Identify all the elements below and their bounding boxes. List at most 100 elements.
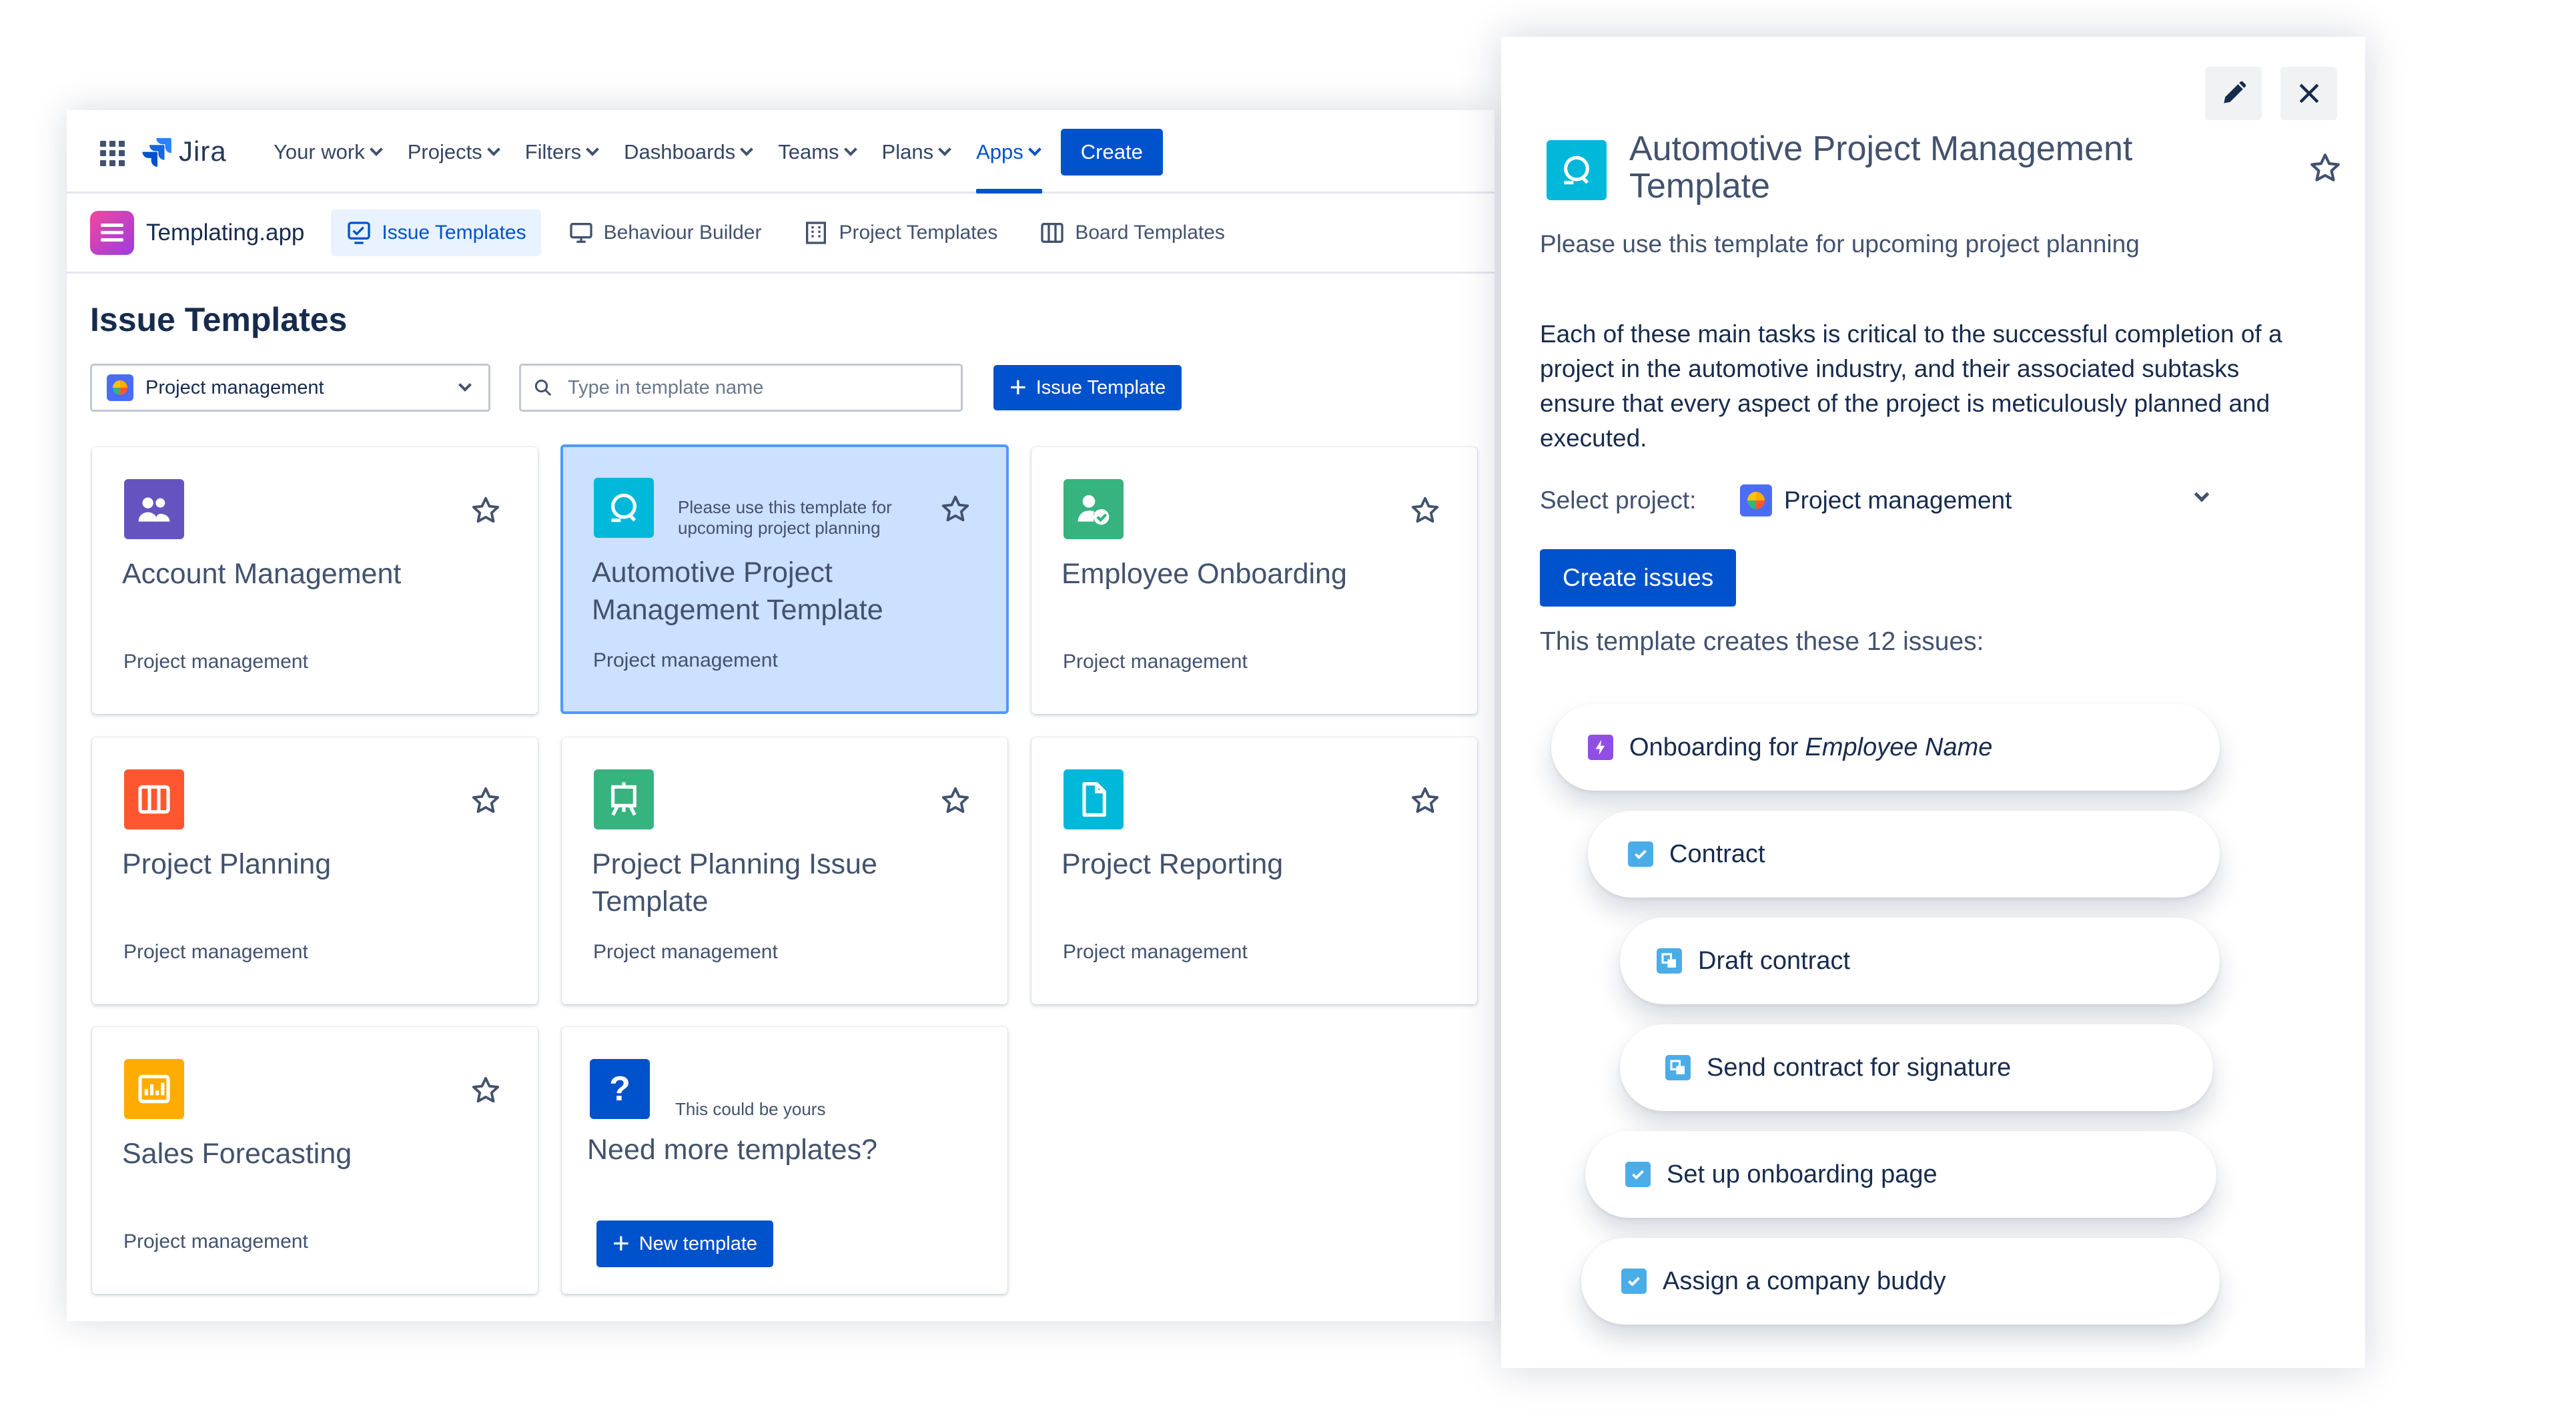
tab-label: Issue Templates bbox=[382, 221, 526, 244]
tab-behaviour-builder[interactable]: Behaviour Builder bbox=[553, 210, 777, 256]
panel-description: Each of these main tasks is critical to … bbox=[1540, 320, 2282, 452]
chevron-down-icon bbox=[1027, 142, 1041, 156]
chart-icon bbox=[124, 1059, 184, 1119]
card-project: Project management bbox=[593, 649, 778, 671]
tab-project-templates[interactable]: Project Templates bbox=[788, 210, 1012, 256]
tab-issue-templates[interactable]: Issue Templates bbox=[331, 209, 541, 256]
project-dropdown[interactable]: Project management bbox=[1740, 484, 2012, 516]
template-card-employee-onboarding[interactable]: Employee Onboarding Project management bbox=[1031, 447, 1477, 714]
card-title: Project Reporting bbox=[1061, 848, 1284, 880]
monitor-icon bbox=[569, 222, 592, 243]
app-name[interactable]: Templating.app bbox=[146, 220, 304, 246]
app-switcher-icon[interactable] bbox=[100, 141, 125, 166]
nav-label: Filters bbox=[524, 139, 582, 163]
new-template-button[interactable]: + New template bbox=[596, 1220, 774, 1267]
nav-projects[interactable]: Projects bbox=[408, 110, 500, 194]
nav-your-work[interactable]: Your work bbox=[274, 110, 383, 194]
page-title: Issue Templates bbox=[90, 301, 348, 338]
issue-summary: Contract bbox=[1669, 839, 1765, 868]
plus-icon: + bbox=[612, 1227, 630, 1260]
main-window: Jira Your work Projects Filters Dashboar… bbox=[67, 110, 1494, 1321]
nav-apps[interactable]: Apps bbox=[976, 110, 1042, 194]
star-icon[interactable] bbox=[1410, 495, 1440, 526]
star-icon[interactable] bbox=[940, 785, 971, 816]
pencil-icon bbox=[2223, 81, 2246, 103]
tab-board-templates[interactable]: Board Templates bbox=[1024, 210, 1240, 256]
filter-row: Project management Type in template name… bbox=[90, 364, 1182, 412]
add-issue-template-button[interactable]: + Issue Template bbox=[993, 365, 1182, 410]
tab-label: Board Templates bbox=[1075, 221, 1225, 244]
subtask-icon bbox=[1665, 1055, 1691, 1080]
nav-filters[interactable]: Filters bbox=[524, 110, 599, 194]
chevron-down-icon bbox=[458, 378, 472, 392]
star-icon[interactable] bbox=[470, 785, 501, 816]
task-checkbox-icon bbox=[1628, 841, 1653, 867]
issue-summary: Onboarding for bbox=[1629, 733, 1799, 761]
card-project: Project management bbox=[123, 1230, 308, 1253]
create-issues-button[interactable]: Create issues bbox=[1540, 549, 1737, 607]
chevron-down-icon[interactable] bbox=[2194, 486, 2210, 502]
easel-icon bbox=[594, 769, 654, 829]
template-card-sales-forecasting[interactable]: Sales Forecasting Project management bbox=[92, 1027, 538, 1294]
automation-icon bbox=[1547, 140, 1607, 200]
star-icon[interactable] bbox=[940, 494, 971, 524]
close-icon bbox=[2299, 83, 2318, 103]
issue-item-task: Contract bbox=[1588, 811, 2220, 898]
issue-item-subtask: Send contract for signature bbox=[1620, 1024, 2213, 1111]
subtask-icon bbox=[1657, 948, 1682, 974]
chevron-down-icon bbox=[586, 142, 599, 156]
star-icon[interactable] bbox=[1410, 785, 1440, 816]
issue-placeholder-variable: Employee Name bbox=[1805, 733, 1993, 761]
chevron-down-icon bbox=[843, 142, 857, 156]
building-icon bbox=[806, 221, 827, 244]
card-project: Project management bbox=[1063, 651, 1248, 673]
issue-summary: Set up onboarding page bbox=[1667, 1160, 1938, 1188]
template-card-project-planning-issue[interactable]: Project Planning Issue Template Project … bbox=[562, 737, 1007, 1004]
issue-summary: Send contract for signature bbox=[1707, 1053, 2012, 1082]
template-card-project-reporting[interactable]: Project Reporting Project management bbox=[1031, 737, 1477, 1004]
nav-teams[interactable]: Teams bbox=[778, 110, 857, 194]
promo-title: Need more templates? bbox=[587, 1134, 877, 1166]
project-avatar-icon bbox=[107, 374, 133, 401]
card-project: Project management bbox=[593, 941, 778, 963]
more-templates-card: ? This could be yours Need more template… bbox=[562, 1027, 1007, 1294]
card-title: Account Management bbox=[122, 558, 402, 590]
nav-label: Apps bbox=[976, 139, 1023, 163]
issue-template-icon bbox=[348, 221, 371, 244]
close-button[interactable] bbox=[2280, 67, 2337, 120]
user-check-icon bbox=[1063, 479, 1124, 539]
select-project-row: Select project: Project management bbox=[1540, 477, 2210, 524]
issue-item-subtask: Draft contract bbox=[1620, 918, 2220, 1004]
nav-plans[interactable]: Plans bbox=[882, 110, 951, 194]
template-card-account-management[interactable]: Account Management Project management bbox=[92, 447, 538, 714]
star-icon[interactable] bbox=[470, 1075, 501, 1106]
document-icon bbox=[1063, 769, 1124, 829]
jira-logo[interactable]: Jira bbox=[141, 135, 227, 167]
chevron-down-icon bbox=[369, 142, 383, 156]
tab-label: Project Templates bbox=[839, 221, 998, 244]
star-icon[interactable] bbox=[2308, 151, 2342, 185]
star-icon[interactable] bbox=[470, 495, 501, 526]
project-select[interactable]: Project management bbox=[90, 364, 490, 412]
nav-menu: Your work Projects Filters Dashboards Te… bbox=[274, 110, 1163, 194]
question-glyph: ? bbox=[609, 1070, 630, 1108]
issue-item-task: Assign a company buddy bbox=[1581, 1238, 2220, 1325]
select-project-label: Select project: bbox=[1540, 486, 1697, 514]
task-checkbox-icon bbox=[1625, 1162, 1651, 1187]
card-project: Project management bbox=[123, 941, 308, 963]
issue-summary: Draft contract bbox=[1698, 946, 1851, 975]
template-card-project-planning[interactable]: Project Planning Project management bbox=[92, 737, 538, 1004]
task-checkbox-icon bbox=[1621, 1269, 1647, 1294]
card-title: Project Planning bbox=[122, 848, 332, 880]
card-project: Project management bbox=[1063, 941, 1248, 963]
edit-button[interactable] bbox=[2205, 67, 2262, 120]
create-button[interactable]: Create bbox=[1060, 128, 1163, 175]
template-search-input[interactable]: Type in template name bbox=[519, 364, 963, 412]
card-title: Sales Forecasting bbox=[122, 1138, 352, 1170]
top-navigation: Jira Your work Projects Filters Dashboar… bbox=[67, 110, 1494, 194]
template-card-automotive-project-management[interactable]: Please use this template for upcoming pr… bbox=[560, 444, 1009, 714]
chevron-down-icon bbox=[938, 142, 951, 156]
nav-dashboards[interactable]: Dashboards bbox=[624, 110, 754, 194]
card-title: Automotive Project Management Template bbox=[592, 557, 883, 626]
jira-logo-icon bbox=[142, 137, 171, 167]
